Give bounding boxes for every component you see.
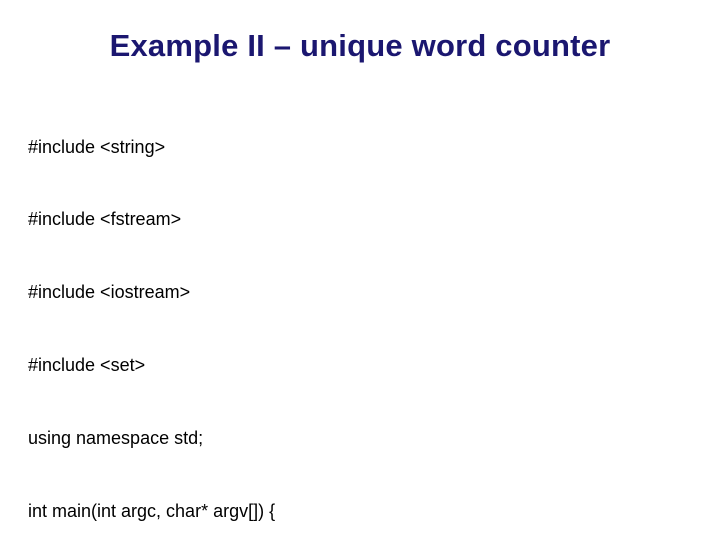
code-line: #include <iostream> — [28, 280, 692, 304]
code-line: int main(int argc, char* argv[]) { — [28, 499, 692, 523]
slide-title: Example II – unique word counter — [28, 28, 692, 64]
code-block: #include <string> #include <fstream> #in… — [28, 86, 692, 540]
code-line: #include <set> — [28, 353, 692, 377]
code-line: #include <string> — [28, 135, 692, 159]
slide: Example II – unique word counter #includ… — [0, 0, 720, 540]
code-line: #include <fstream> — [28, 207, 692, 231]
code-line: using namespace std; — [28, 426, 692, 450]
